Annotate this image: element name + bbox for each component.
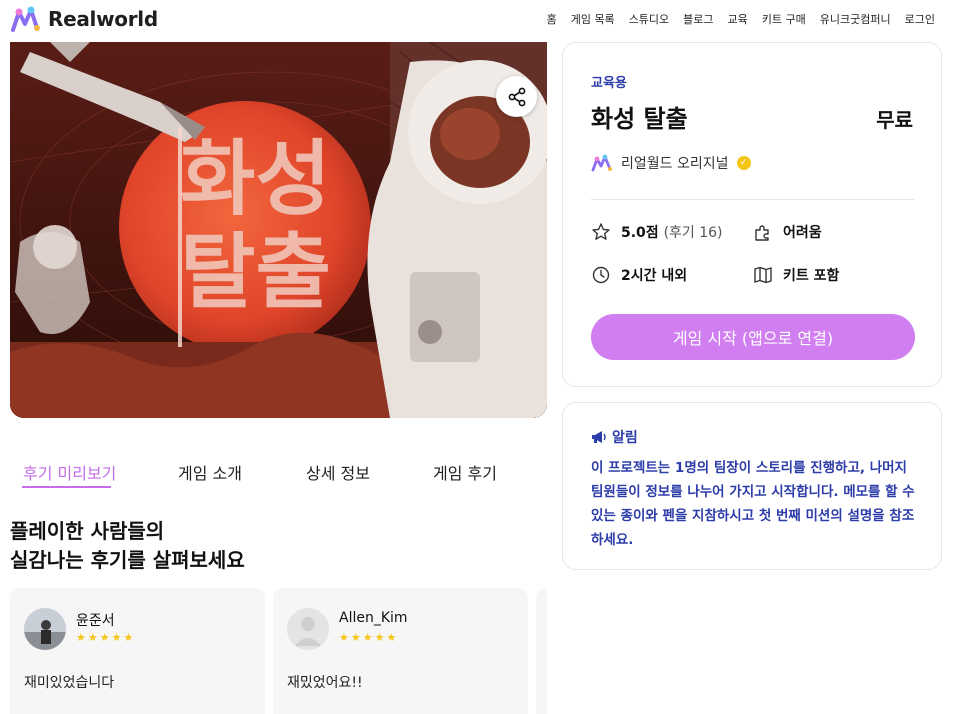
duration-value: 2시간 내외 bbox=[621, 268, 688, 284]
creator[interactable]: 리얼월드 오리지널 ✓ bbox=[591, 153, 751, 173]
difficulty-info: 어려움 bbox=[753, 222, 822, 242]
category-label: 교육용 bbox=[591, 76, 627, 91]
share-button[interactable] bbox=[496, 76, 537, 117]
nav-studio[interactable]: 스튜디오 bbox=[629, 11, 669, 27]
review-text: 재미있었습니다 bbox=[24, 675, 115, 691]
top-header: Realworld 홈 게임 목록 스튜디오 블로그 교육 키트 구매 유니크굿… bbox=[0, 0, 966, 38]
review-card-partial[interactable] bbox=[536, 588, 547, 714]
game-cover-image: 화성 탈출 bbox=[10, 42, 547, 418]
nav-game-list[interactable]: 게임 목록 bbox=[571, 11, 615, 27]
reviews-heading-line2: 실감나는 후기를 살펴보세요 bbox=[10, 548, 245, 572]
tab-review-preview[interactable]: 후기 미리보기 bbox=[23, 460, 116, 484]
rating-stars: ★★★★★ bbox=[76, 631, 136, 644]
reviewer-name: 윤준서 bbox=[76, 613, 115, 629]
map-icon bbox=[754, 266, 772, 284]
divider bbox=[591, 199, 914, 200]
reviewer-name: Allen_Kim bbox=[339, 610, 408, 626]
clock-icon bbox=[592, 266, 610, 284]
review-count: (후기 16) bbox=[663, 225, 723, 241]
game-title: 화성 탈출 bbox=[591, 105, 688, 133]
creator-name: 리얼월드 오리지널 bbox=[621, 156, 729, 172]
start-game-button[interactable]: 게임 시작 (앱으로 연결) bbox=[591, 314, 915, 360]
nav-kit-purchase[interactable]: 키트 구매 bbox=[762, 11, 806, 27]
realworld-logo-icon bbox=[591, 154, 612, 172]
main-nav: 홈 게임 목록 스튜디오 블로그 교육 키트 구매 유니크굿컴퍼니 로그인 bbox=[547, 11, 935, 27]
active-tab-indicator bbox=[22, 486, 111, 488]
nav-login[interactable]: 로그인 bbox=[905, 11, 935, 27]
review-card[interactable]: Allen_Kim ★★★★★ 재밌었어요!! bbox=[273, 588, 528, 714]
reviews-heading-line1: 플레이한 사람들의 bbox=[10, 519, 165, 543]
rating-value: 5.0점 bbox=[621, 225, 659, 241]
notice-title: 알림 bbox=[612, 430, 638, 446]
game-info-card: 교육용 화성 탈출 무료 리얼월드 오리지널 ✓ 5.0점 (후기 16) 어려… bbox=[562, 42, 942, 387]
rating-stars: ★★★★★ bbox=[339, 631, 399, 644]
tab-game-reviews[interactable]: 게임 후기 bbox=[433, 460, 497, 484]
puzzle-icon bbox=[755, 225, 769, 241]
nav-company[interactable]: 유니크굿컴퍼니 bbox=[820, 11, 891, 27]
nav-education[interactable]: 교육 bbox=[728, 11, 748, 27]
section-tabs: 후기 미리보기 게임 소개 상세 정보 게임 후기 bbox=[10, 456, 547, 492]
avatar bbox=[287, 608, 329, 650]
reviews-heading: 플레이한 사람들의 실감나는 후기를 살펴보세요 bbox=[10, 517, 245, 575]
realworld-logo-icon bbox=[11, 6, 40, 32]
duration-info: 2시간 내외 bbox=[591, 265, 687, 285]
difficulty-value: 어려움 bbox=[783, 225, 822, 241]
kit-value: 키트 포함 bbox=[783, 268, 840, 284]
nav-blog[interactable]: 블로그 bbox=[683, 11, 713, 27]
notice-header: 알림 bbox=[591, 427, 638, 447]
star-outline-icon bbox=[592, 223, 610, 240]
default-avatar-icon bbox=[287, 608, 329, 650]
notice-text: 이 프로젝트는 1명의 팀장이 스토리를 진행하고, 나머지 팀원들이 정보를 … bbox=[591, 460, 915, 548]
avatar bbox=[24, 608, 66, 650]
cover-artwork: 화성 탈출 bbox=[10, 42, 547, 418]
notice-card: 알림 이 프로젝트는 1명의 팀장이 스토리를 진행하고, 나머지 팀원들이 정… bbox=[562, 402, 942, 570]
megaphone-icon bbox=[592, 431, 606, 443]
kit-info: 키트 포함 bbox=[753, 265, 839, 285]
nav-home[interactable]: 홈 bbox=[547, 11, 557, 27]
share-icon bbox=[508, 87, 525, 106]
review-card[interactable]: 윤준서 ★★★★★ 재미있었습니다 bbox=[10, 588, 265, 714]
review-text: 재밌었어요!! bbox=[287, 675, 363, 691]
tab-game-intro[interactable]: 게임 소개 bbox=[178, 460, 242, 484]
tab-details[interactable]: 상세 정보 bbox=[306, 460, 370, 484]
logo[interactable]: Realworld bbox=[10, 4, 158, 34]
svg-text:화성: 화성 bbox=[180, 132, 331, 227]
user-photo-icon bbox=[24, 608, 66, 650]
logo-text: Realworld bbox=[48, 7, 158, 31]
verified-badge-icon: ✓ bbox=[736, 156, 751, 170]
review-carousel[interactable]: 윤준서 ★★★★★ 재미있었습니다 Allen_Kim ★★★★★ 재밌었어요!… bbox=[10, 588, 547, 714]
price: 무료 bbox=[876, 108, 913, 132]
svg-text:탈출: 탈출 bbox=[180, 225, 331, 320]
rating-info: 5.0점 (후기 16) bbox=[591, 222, 723, 242]
